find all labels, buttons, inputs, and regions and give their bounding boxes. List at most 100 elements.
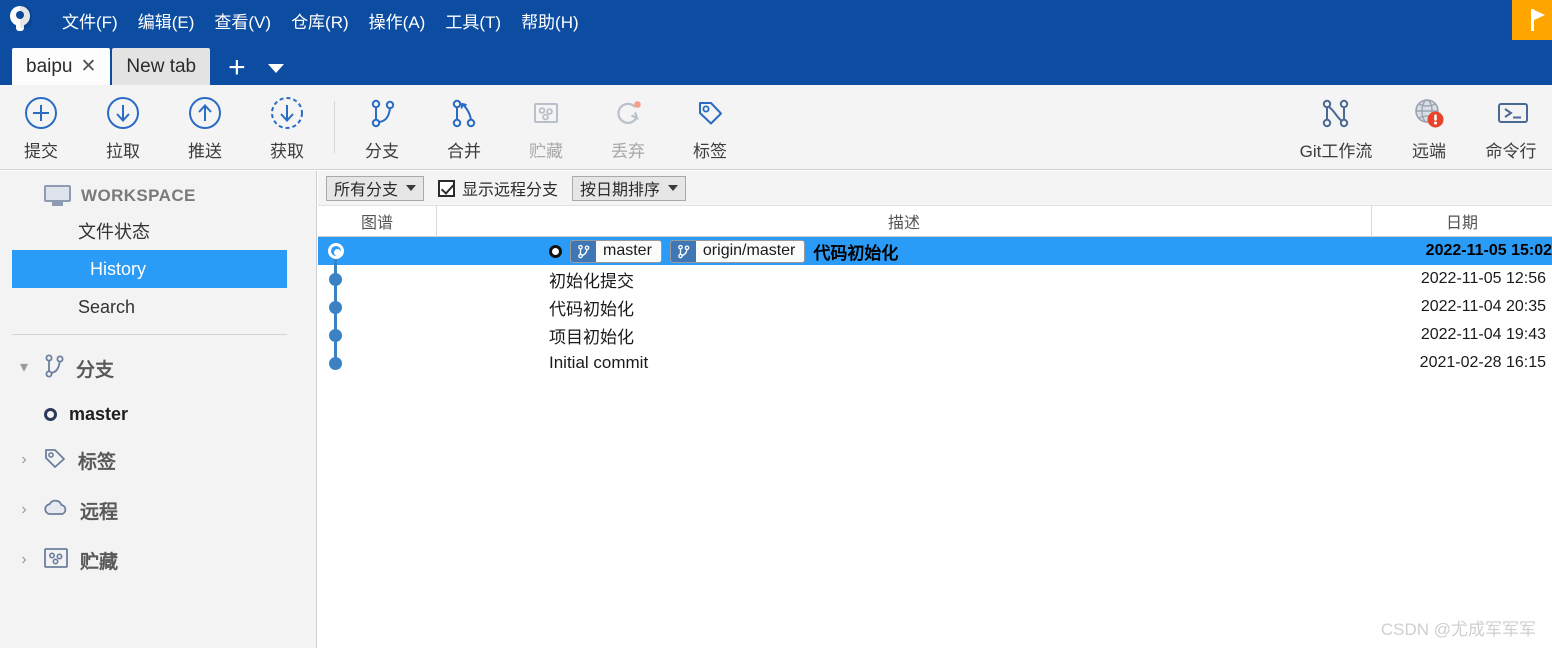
stash-button[interactable]: 贮藏 [505, 88, 587, 166]
fetch-button[interactable]: 获取 [246, 88, 328, 166]
sidebar-item-search[interactable]: Search [0, 288, 316, 326]
branch-icon [571, 240, 596, 262]
branch-filter-label: 所有分支 [334, 182, 399, 199]
branch-icon [670, 240, 696, 262]
plus-icon[interactable]: + [228, 53, 246, 83]
commit-description-cell: Initial commit [437, 349, 1372, 377]
table-row[interactable]: 初始化提交 2022-11-05 12:56 [318, 265, 1552, 293]
gitflow-button[interactable]: Git工作流 [1284, 88, 1388, 166]
chevron-down-icon [406, 185, 417, 191]
pull-button[interactable]: 拉取 [82, 88, 164, 166]
history-panel: 所有分支 显示远程分支 按日期排序 图谱 描述 日期 master origin… [318, 171, 1552, 648]
ref-label-master[interactable]: master [570, 239, 662, 263]
ref-label-origin-master[interactable]: origin/master [669, 239, 806, 263]
push-button[interactable]: 推送 [164, 88, 246, 166]
remote-button[interactable]: 远端 [1388, 88, 1470, 166]
commit-message: 项目初始化 [549, 327, 634, 347]
sort-dropdown[interactable]: 按日期排序 [572, 175, 687, 201]
sidebar-item-history[interactable]: History [12, 250, 287, 288]
filter-bar: 所有分支 显示远程分支 按日期排序 [318, 171, 1552, 206]
table-row[interactable]: 代码初始化 2022-11-04 20:35 [318, 293, 1552, 321]
push-arrow-up-circle-icon [185, 93, 225, 133]
menu-edit[interactable]: 编辑(E) [128, 5, 205, 36]
tag-icon [690, 93, 730, 133]
gitflow-icon [1314, 93, 1358, 133]
toolbar-right-group: Git工作流 远端 命令行 [1284, 88, 1552, 166]
column-headers: 图谱 描述 日期 [318, 205, 1552, 237]
chevron-right-icon[interactable]: › [16, 452, 32, 468]
menu-file[interactable]: 文件(F) [52, 5, 128, 36]
sidebar-group-tags-label: 标签 [78, 451, 117, 473]
stash-button-label: 贮藏 [529, 141, 563, 161]
menu-view[interactable]: 查看(V) [204, 5, 281, 36]
commit-graph-cell [318, 237, 437, 265]
commit-node-icon [329, 273, 342, 286]
commit-node-icon [329, 301, 342, 314]
sidebar-group-stashes-label: 贮藏 [80, 551, 119, 573]
sidebar-group-tags[interactable]: › 标签 [0, 435, 316, 485]
commit-message: 代码初始化 [813, 243, 899, 263]
chevron-down-icon [668, 185, 679, 191]
branch-button[interactable]: 分支 [341, 88, 423, 166]
chevron-down-icon[interactable] [267, 64, 284, 73]
tab-new-tab-label: New tab [126, 55, 197, 77]
table-row[interactable]: 项目初始化 2022-11-04 19:43 [318, 321, 1552, 349]
menu-items: 文件(F) 编辑(E) 查看(V) 仓库(R) 操作(A) 工具(T) 帮助(H… [52, 5, 589, 36]
menu-repository[interactable]: 仓库(R) [281, 5, 359, 36]
discard-button[interactable]: 丢弃 [587, 88, 669, 166]
chevron-down-icon[interactable]: ▾ [16, 360, 32, 376]
merge-button[interactable]: 合并 [423, 88, 505, 166]
commit-button[interactable]: 提交 [0, 88, 82, 166]
commit-graph-cell [318, 265, 437, 293]
column-header-date[interactable]: 日期 [1372, 206, 1552, 237]
tab-baipu[interactable]: baipu ✕ [12, 48, 111, 85]
commit-message: 代码初始化 [549, 299, 634, 319]
pull-button-label: 拉取 [106, 141, 140, 161]
remote-globe-icon [1409, 93, 1449, 133]
sidebar-group-branches[interactable]: ▾ 分支 [0, 343, 316, 393]
close-icon[interactable]: ✕ [81, 57, 97, 76]
menu-help[interactable]: 帮助(H) [511, 5, 589, 36]
ref-label-master-text: master [603, 242, 652, 259]
show-remote-branches-checkbox[interactable]: 显示远程分支 [438, 176, 558, 200]
flag-icon[interactable] [1512, 0, 1552, 40]
sidebar-group-stashes[interactable]: › 贮藏 [0, 535, 316, 585]
commit-date: 2022-11-04 20:35 [1420, 298, 1546, 315]
sidebar-branch-master-label: master [69, 403, 129, 424]
menu-actions[interactable]: 操作(A) [359, 5, 436, 36]
commit-date: 2022-11-05 15:02 [1425, 242, 1552, 259]
tab-new-tab[interactable]: New tab [112, 48, 211, 85]
sidebar-group-remotes[interactable]: › 远程 [0, 485, 316, 535]
sidebar-item-history-label: History [90, 258, 147, 279]
sidebar-branch-master[interactable]: master [0, 393, 316, 435]
chevron-right-icon[interactable]: › [16, 552, 32, 568]
table-row[interactable]: master origin/master 代码初始化 2022-11-05 15… [318, 237, 1552, 265]
commit-node-head-icon [328, 243, 344, 259]
column-header-description[interactable]: 描述 [437, 205, 1372, 237]
table-row[interactable]: Initial commit 2021-02-28 16:15 [318, 349, 1552, 377]
sidebar-item-file-status[interactable]: 文件状态 [0, 212, 316, 250]
branch-filter-dropdown[interactable]: 所有分支 [326, 175, 425, 201]
tag-button[interactable]: 标签 [669, 88, 751, 166]
terminal-icon [1491, 93, 1531, 133]
commit-list: master origin/master 代码初始化 2022-11-05 15… [318, 237, 1552, 377]
branch-icon [362, 93, 402, 133]
checkbox-icon [438, 179, 456, 197]
sort-label: 按日期排序 [580, 182, 661, 199]
toolbar-divider [334, 101, 335, 153]
commit-graph-cell [318, 349, 437, 377]
menu-tools[interactable]: 工具(T) [435, 5, 511, 36]
chevron-right-icon[interactable]: › [16, 502, 32, 518]
push-button-label: 推送 [188, 141, 222, 161]
commit-date: 2021-02-28 16:15 [1419, 354, 1546, 371]
cloud-icon [42, 496, 70, 525]
tab-baipu-label: baipu [26, 55, 73, 77]
commit-message: 初始化提交 [549, 271, 634, 291]
stash-icon [526, 93, 566, 133]
gitflow-button-label: Git工作流 [1299, 141, 1373, 161]
terminal-button[interactable]: 命令行 [1470, 88, 1552, 166]
sidebar-item-file-status-label: 文件状态 [78, 222, 150, 242]
sidebar-item-search-label: Search [78, 296, 136, 317]
main-toolbar: 提交 拉取 推送 获取 分支 合并 贮藏 丢弃 标签 Git工作流 远端 命令行 [0, 85, 1552, 170]
column-header-graph[interactable]: 图谱 [318, 205, 437, 237]
